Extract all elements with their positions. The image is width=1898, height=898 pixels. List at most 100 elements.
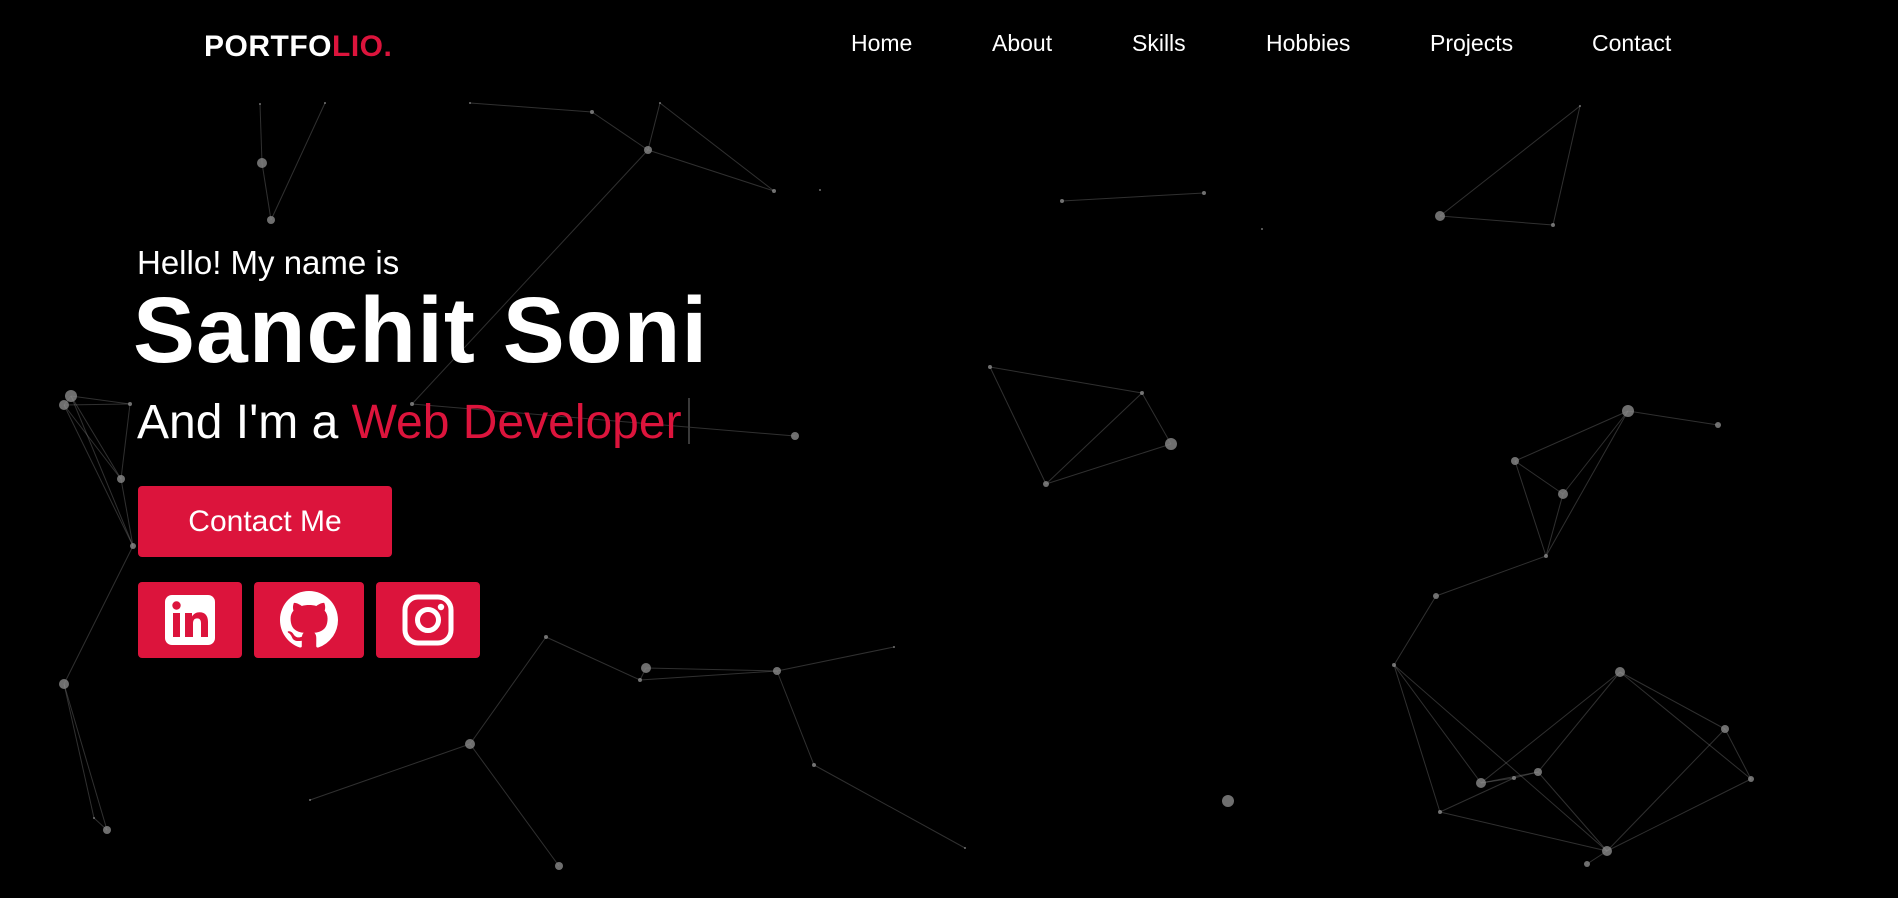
particle-dot (659, 102, 661, 104)
particle-link (645, 667, 778, 672)
particle-link (469, 102, 593, 113)
particle-dot (1721, 725, 1729, 733)
particle-link (309, 743, 471, 801)
nav-link-projects[interactable]: Projects (1430, 30, 1513, 57)
particle-link (1619, 671, 1726, 730)
particle-dot (257, 158, 267, 168)
particle-link (469, 743, 560, 867)
particle-link (469, 636, 547, 745)
particle-link (1435, 555, 1547, 597)
particle-link (1562, 410, 1629, 495)
particle-dot (773, 667, 781, 675)
particle-dot (544, 635, 548, 639)
hero-role: And I'm a Web Developer (137, 398, 690, 447)
typing-cursor (687, 398, 690, 444)
particle-link (1393, 664, 1608, 852)
particle-link (63, 683, 108, 831)
particle-dot (130, 543, 136, 549)
particle-link (776, 670, 815, 766)
particle-dot (1435, 211, 1445, 221)
particle-dot (1602, 846, 1612, 856)
particle-dot (1715, 422, 1721, 428)
particle-dot (1579, 105, 1581, 107)
particle-link (1141, 392, 1172, 445)
main-navigation: Home About Skills Hobbies Projects Conta… (0, 30, 1898, 60)
nav-link-contact[interactable]: Contact (1592, 30, 1671, 57)
particle-dot (1060, 199, 1064, 203)
particle-dot (1615, 667, 1625, 677)
particle-dot (555, 862, 563, 870)
nav-link-skills[interactable]: Skills (1132, 30, 1186, 57)
particle-link (639, 670, 778, 681)
particle-dot (1043, 481, 1049, 487)
nav-link-home[interactable]: Home (851, 30, 912, 57)
instagram-link[interactable] (376, 582, 480, 658)
particle-link (989, 366, 1143, 394)
particle-link (1627, 410, 1719, 426)
particle-link (120, 403, 131, 480)
particle-dot (469, 102, 471, 104)
particle-dot (1392, 663, 1396, 667)
particle-dot (644, 146, 652, 154)
particle-link (63, 404, 122, 480)
particle-link (1545, 410, 1629, 557)
contact-me-button[interactable]: Contact Me (138, 486, 392, 557)
github-icon (280, 591, 338, 648)
particle-link (63, 683, 95, 819)
particle-dot (590, 110, 594, 114)
particle-link (270, 102, 326, 221)
particle-link (1514, 460, 1564, 495)
particle-dot (103, 826, 111, 834)
particle-link (70, 395, 122, 480)
particle-dot (1544, 554, 1548, 558)
particle-dot (1140, 391, 1144, 395)
particle-dot (259, 103, 261, 105)
particle-link (1393, 664, 1482, 784)
particle-dot (819, 189, 821, 191)
particle-link (659, 102, 775, 192)
particle-dot (267, 216, 275, 224)
particle-link (1724, 728, 1752, 780)
particle-link (1045, 392, 1143, 485)
particle-link (1514, 410, 1629, 462)
linkedin-link[interactable] (138, 582, 242, 658)
hero-role-prefix: And I'm a (137, 396, 352, 449)
nav-link-about[interactable]: About (992, 30, 1052, 57)
particle-dot (1261, 228, 1263, 230)
particle-dot (1622, 405, 1634, 417)
particle-link (1061, 192, 1205, 202)
particle-link (70, 395, 131, 405)
particle-link (591, 111, 649, 151)
particle-dot (1512, 776, 1516, 780)
particle-link (1480, 671, 1621, 784)
particle-network-background (59, 102, 1754, 870)
particle-dot (1202, 191, 1206, 195)
particle-dot (1551, 223, 1555, 227)
particle-link (1545, 493, 1564, 557)
particle-link (813, 764, 966, 849)
particle-dot (128, 402, 132, 406)
particle-dot (893, 646, 895, 648)
nav-link-hobbies[interactable]: Hobbies (1266, 30, 1350, 57)
particle-link (70, 395, 134, 547)
particle-link (776, 646, 895, 672)
particle-dot (1222, 795, 1234, 807)
particle-dot (1584, 861, 1590, 867)
particle-dot (465, 739, 475, 749)
particle-link (1439, 215, 1554, 226)
instagram-icon (402, 594, 454, 646)
particle-dot (791, 432, 799, 440)
github-link[interactable] (254, 582, 364, 658)
particle-link (259, 103, 263, 164)
particle-link (1393, 595, 1437, 666)
particle-link (647, 102, 661, 151)
particle-dot (812, 763, 816, 767)
particle-dot (1433, 593, 1439, 599)
particle-dot (1511, 457, 1519, 465)
particle-link (120, 478, 134, 547)
linkedin-icon (165, 595, 215, 645)
particle-link (1514, 460, 1547, 557)
particle-link (1537, 771, 1608, 852)
particle-dot (641, 663, 651, 673)
hero-greeting: Hello! My name is (137, 244, 400, 281)
